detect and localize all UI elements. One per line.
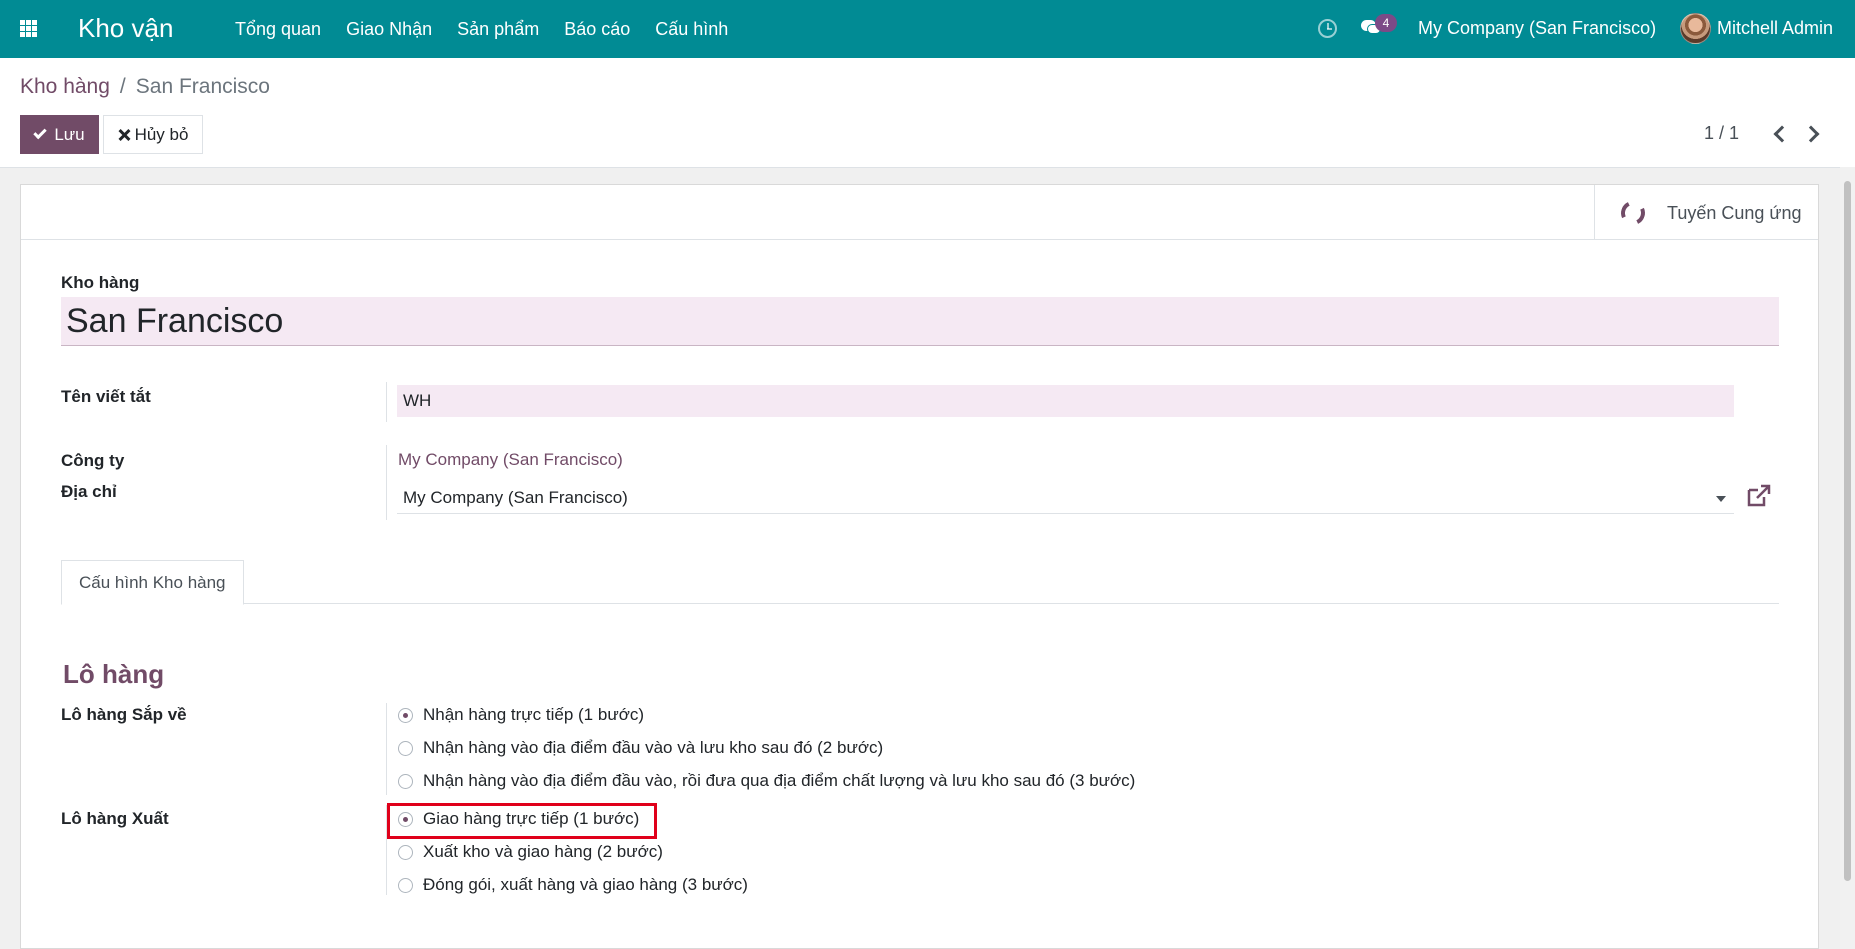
apps-menu-icon[interactable] [20,20,37,37]
check-icon [33,125,48,140]
notebook-tabs: Cấu hình Kho hàng [61,560,1779,605]
warehouse-name-label: Kho hàng [61,273,140,292]
cancel-button-label: Hủy bỏ [134,124,189,144]
user-avatar[interactable] [1680,13,1711,44]
app-name[interactable]: Kho vận [78,13,173,44]
breadcrumb-current: San Francisco [135,75,270,98]
cancel-button[interactable]: Hủy bỏ [103,115,203,154]
outgoing-option-2-steps[interactable]: Xuất kho và giao hàng (2 bước) [398,842,663,862]
short-name-label: Tên viết tắt [61,387,151,406]
external-link-icon[interactable] [1746,484,1772,508]
field-divider [386,382,387,422]
breadcrumb: Kho hàng / San Francisco [20,75,270,99]
routes-smart-button-label: Tuyến Cung ứng [1667,203,1802,223]
breadcrumb-separator: / [119,75,126,98]
address-select[interactable]: My Company (San Francisco) [397,481,1734,514]
incoming-option-label: Nhận hàng vào địa điểm đầu vào và lưu kh… [423,738,884,757]
field-divider [386,703,387,795]
outgoing-shipments-label: Lô hàng Xuất [61,809,169,828]
breadcrumb-parent[interactable]: Kho hàng [20,75,110,99]
incoming-option-label: Nhận hàng trực tiếp (1 bước) [423,705,645,724]
menu-item-configuration[interactable]: Cấu hình [655,19,728,40]
outgoing-option-label: Đóng gói, xuất hàng và giao hàng (3 bước… [423,875,748,894]
routes-smart-button[interactable]: Tuyến Cung ứng [1594,185,1818,240]
form-sheet: Tuyến Cung ứng Kho hàng San Francisco Tê… [20,184,1819,949]
activity-clock-icon[interactable] [1318,19,1337,38]
company-switcher[interactable]: My Company (San Francisco) [1418,18,1656,39]
shipments-section-title: Lô hàng [63,659,165,689]
chevron-left-icon[interactable] [1772,126,1786,140]
incoming-option-label: Nhận hàng vào địa điểm đầu vào, rồi đưa … [423,771,1136,790]
radio-unchecked[interactable] [398,773,413,789]
incoming-option-3-steps[interactable]: Nhận hàng vào địa điểm đầu vào, rồi đưa … [398,771,1135,791]
scrollbar-thumb[interactable] [1844,181,1851,881]
smart-button-box: Tuyến Cung ứng [21,185,1818,240]
menu-item-overview[interactable]: Tổng quan [235,19,321,40]
warehouse-name-input[interactable]: San Francisco [61,297,1779,346]
outgoing-option-3-steps[interactable]: Đóng gói, xuất hàng và giao hàng (3 bước… [398,875,748,895]
menu-item-transfers[interactable]: Giao Nhận [346,19,432,40]
incoming-option-2-steps[interactable]: Nhận hàng vào địa điểm đầu vào và lưu kh… [398,738,883,758]
close-icon [118,129,130,141]
company-label: Công ty [61,451,125,470]
short-name-input[interactable]: WH [397,385,1734,417]
refresh-icon [1617,197,1649,229]
highlight-annotation-box [387,803,657,839]
caret-down-icon[interactable] [1716,496,1726,502]
radio-unchecked[interactable] [398,844,413,860]
pager-value[interactable]: 1 / 1 [1704,123,1739,144]
radio-checked[interactable] [398,707,413,723]
save-button-label: Lưu [54,124,85,144]
outgoing-option-label: Xuất kho và giao hàng (2 bước) [423,842,663,861]
vertical-scrollbar[interactable] [1840,167,1855,949]
menu-item-reporting[interactable]: Báo cáo [564,19,630,40]
menu-item-products[interactable]: Sản phẩm [457,19,539,40]
address-select-value: My Company (San Francisco) [403,488,628,507]
user-menu[interactable]: Mitchell Admin [1717,18,1833,39]
address-label: Địa chỉ [61,482,117,501]
top-navbar: Kho vận Tổng quan Giao Nhận Sản phẩm Báo… [0,0,1855,58]
radio-unchecked[interactable] [398,877,413,893]
chevron-right-icon[interactable] [1805,126,1819,140]
save-button[interactable]: Lưu [20,115,99,154]
field-divider [386,445,387,520]
incoming-shipments-label: Lô hàng Sắp về [61,705,187,724]
incoming-option-1-step[interactable]: Nhận hàng trực tiếp (1 bước) [398,705,644,725]
tab-warehouse-configuration[interactable]: Cấu hình Kho hàng [61,560,244,605]
messages-count-badge: 4 [1375,14,1397,32]
company-link[interactable]: My Company (San Francisco) [398,450,623,470]
radio-unchecked[interactable] [398,740,413,756]
main-menu: Tổng quan Giao Nhận Sản phẩm Báo cáo Cấu… [235,0,753,58]
